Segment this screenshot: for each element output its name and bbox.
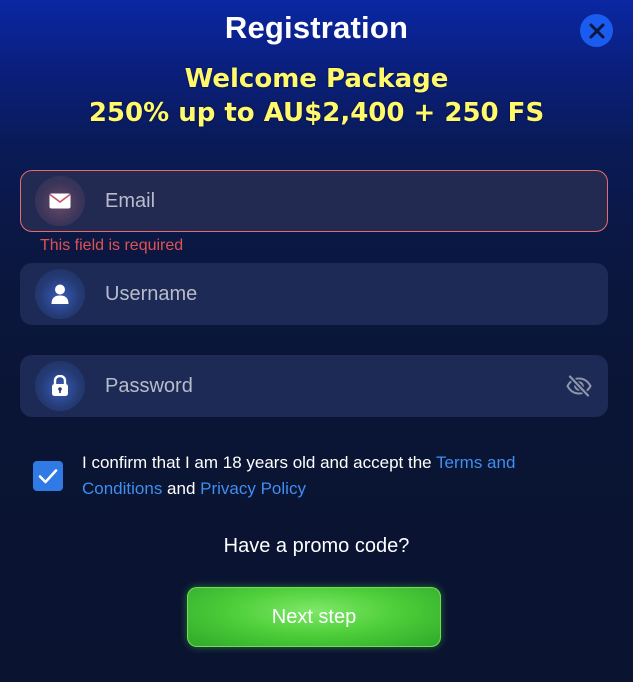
user-icon	[51, 284, 69, 304]
password-field[interactable]: Password	[20, 355, 608, 417]
promo-code-link[interactable]: Have a promo code?	[0, 535, 633, 558]
privacy-policy-link[interactable]: Privacy Policy	[200, 479, 306, 498]
welcome-promo: Welcome Package 250% up to AU$2,400 + 25…	[0, 62, 633, 130]
username-field[interactable]: Username	[20, 263, 608, 325]
close-icon	[589, 23, 604, 38]
promo-line-2: 250% up to AU$2,400 + 250 FS	[88, 98, 545, 128]
age-terms-checkbox[interactable]	[33, 461, 63, 491]
password-placeholder: Password	[105, 374, 193, 397]
consent-text-middle: and	[162, 479, 201, 498]
close-button[interactable]	[580, 14, 613, 47]
registration-modal: Registration Welcome Package 250% up to …	[0, 0, 633, 682]
password-icon-badge	[35, 361, 85, 411]
email-placeholder: Email	[105, 189, 156, 212]
modal-title: Registration	[224, 10, 409, 45]
email-field[interactable]: Email	[20, 170, 608, 232]
promo-line-1: Welcome Package	[184, 64, 449, 94]
email-error-message: This field is required	[40, 237, 184, 254]
eye-off-icon[interactable]	[566, 374, 592, 398]
consent-text: I confirm that I am 18 years old and acc…	[82, 450, 582, 502]
email-icon-badge	[35, 176, 85, 226]
next-step-button[interactable]: Next step	[187, 587, 441, 647]
username-placeholder: Username	[105, 282, 198, 305]
checkmark-icon	[38, 469, 58, 484]
consent-text-before: I confirm that I am 18 years old and acc…	[82, 453, 437, 472]
lock-icon	[52, 375, 68, 396]
envelope-icon	[49, 193, 71, 209]
username-icon-badge	[35, 269, 85, 319]
